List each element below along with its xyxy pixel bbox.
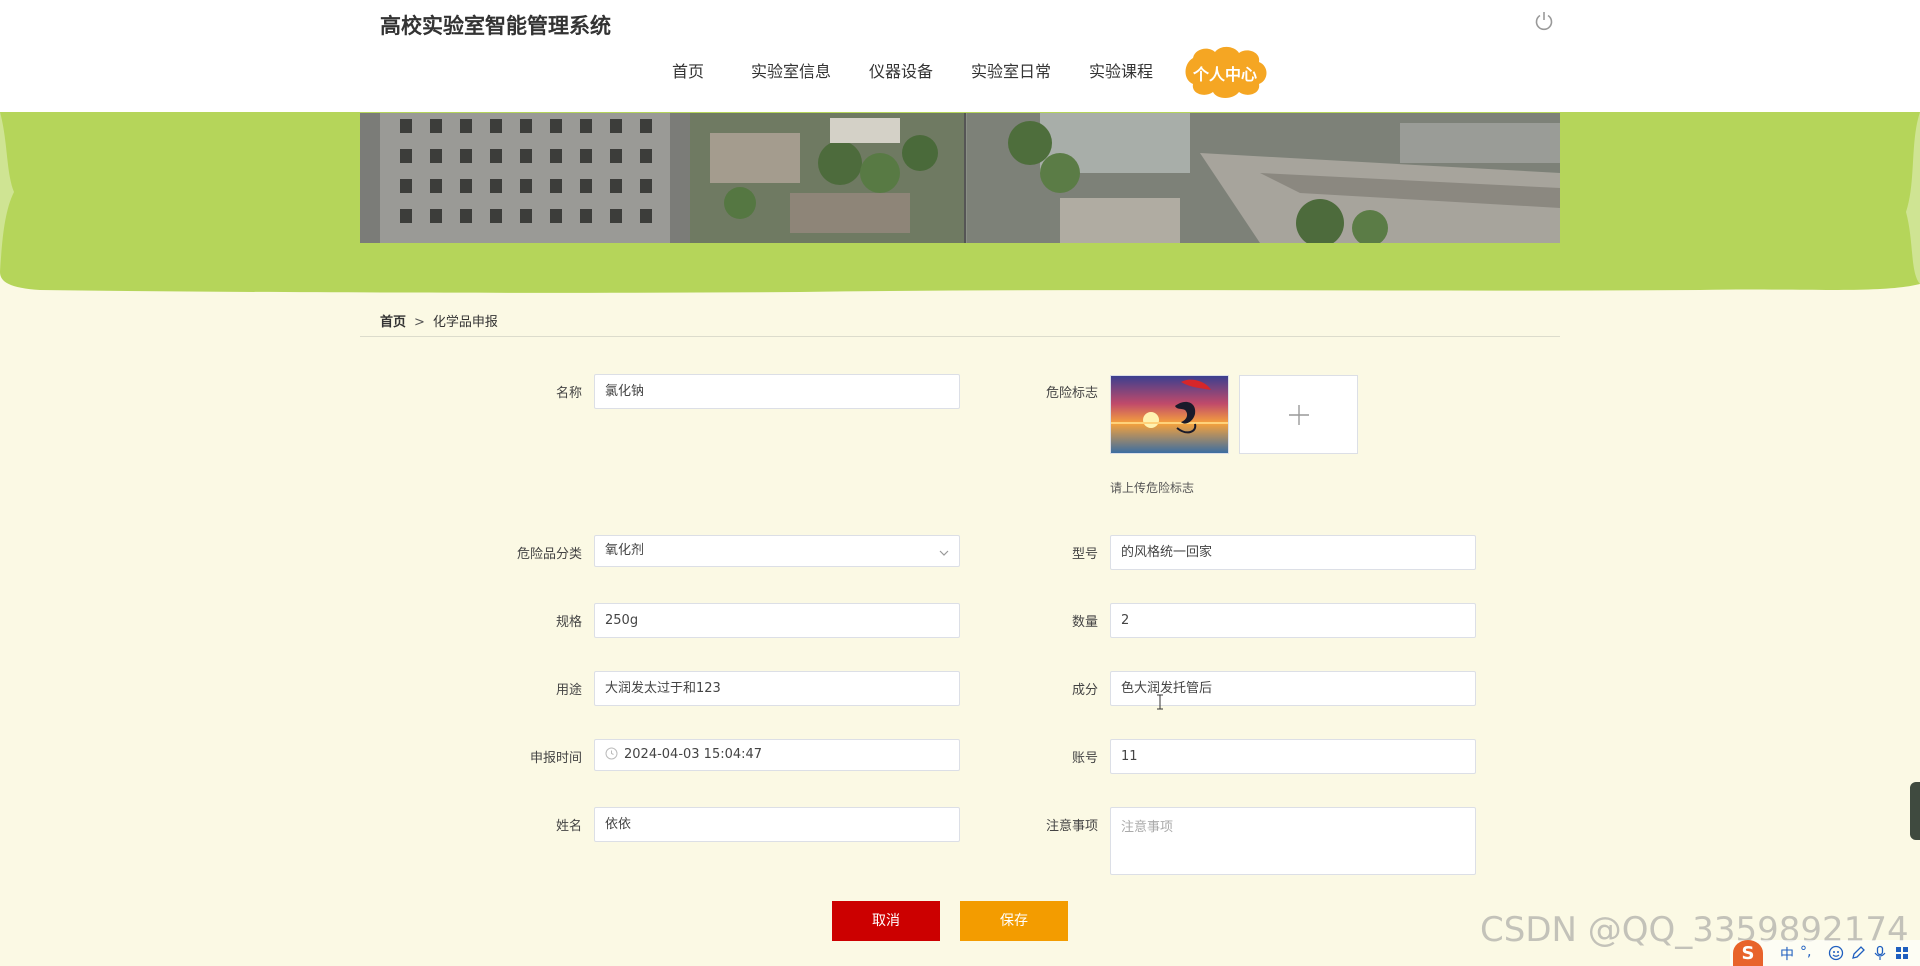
plus-icon bbox=[1289, 405, 1309, 425]
microphone-icon[interactable] bbox=[1872, 945, 1888, 961]
ime-lang-toggle[interactable]: 中 bbox=[1780, 944, 1794, 964]
model-label: 型号 bbox=[1071, 547, 1098, 562]
ime-logo-icon[interactable]: S bbox=[1733, 940, 1763, 966]
chevron-down-icon bbox=[939, 550, 949, 556]
save-button[interactable]: 保存 bbox=[960, 901, 1068, 941]
usage-label: 用途 bbox=[555, 683, 582, 698]
cancel-button[interactable]: 取消 bbox=[832, 901, 940, 941]
report-time-label: 申报时间 bbox=[529, 751, 582, 766]
power-icon[interactable] bbox=[1533, 10, 1555, 32]
pen-icon[interactable] bbox=[1850, 945, 1866, 961]
composition-input[interactable]: 色大润发托管后 bbox=[1110, 671, 1476, 706]
usage-input[interactable]: 大润发太过于和123 bbox=[594, 671, 960, 706]
hazard-symbol-label: 危险标志 bbox=[1045, 386, 1098, 401]
breadcrumb-divider bbox=[360, 336, 1560, 337]
side-panel-handle[interactable] bbox=[1910, 782, 1920, 840]
category-select-value: 氧化剂 bbox=[605, 543, 645, 558]
text-cursor-icon bbox=[1157, 694, 1163, 710]
main-nav: 首页 实验室信息 仪器设备 实验室日常 实验课程 个人中心 bbox=[0, 44, 1920, 100]
nav-personal-center[interactable]: 个人中心 bbox=[1179, 44, 1271, 100]
account-input[interactable]: 11 bbox=[1110, 739, 1476, 774]
quantity-input[interactable]: 2 bbox=[1110, 603, 1476, 638]
account-label: 账号 bbox=[1071, 751, 1098, 766]
site-title: 高校实验室智能管理系统 bbox=[380, 14, 611, 38]
breadcrumb-separator: > bbox=[414, 315, 425, 330]
upload-add-button[interactable] bbox=[1239, 375, 1358, 454]
category-label: 危险品分类 bbox=[516, 547, 582, 562]
clock-icon bbox=[605, 747, 618, 760]
report-time-picker[interactable]: 2024-04-03 15:04:47 bbox=[594, 739, 960, 771]
quantity-label: 数量 bbox=[1071, 615, 1098, 630]
nav-home[interactable]: 首页 bbox=[672, 58, 704, 82]
nav-equipment[interactable]: 仪器设备 bbox=[869, 58, 933, 82]
ime-punct-toggle[interactable]: °, bbox=[1800, 944, 1811, 960]
emoji-icon[interactable] bbox=[1828, 945, 1844, 961]
top-header: 高校实验室智能管理系统 首页 实验室信息 仪器设备 实验室日常 实验课程 个人中… bbox=[0, 0, 1920, 112]
person-name-label: 姓名 bbox=[555, 819, 582, 834]
model-input[interactable]: 的风格统一回家 bbox=[1110, 535, 1476, 570]
spec-input[interactable]: 250g bbox=[594, 603, 960, 638]
grid-icon[interactable] bbox=[1894, 945, 1910, 961]
nav-active-label: 个人中心 bbox=[1192, 65, 1257, 84]
report-time-value: 2024-04-03 15:04:47 bbox=[624, 747, 763, 762]
spec-label: 规格 bbox=[555, 615, 582, 630]
breadcrumb-home[interactable]: 首页 bbox=[380, 315, 406, 330]
notes-label: 注意事项 bbox=[1045, 819, 1098, 834]
breadcrumb-current: 化学品申报 bbox=[432, 315, 498, 330]
banner-campus-photo bbox=[360, 113, 1560, 243]
breadcrumb: 首页 > 化学品申报 bbox=[380, 311, 498, 330]
nav-lab-info[interactable]: 实验室信息 bbox=[751, 58, 831, 82]
composition-label: 成分 bbox=[1071, 683, 1098, 698]
nav-courses[interactable]: 实验课程 bbox=[1089, 58, 1153, 82]
name-input[interactable]: 氯化钠 bbox=[594, 374, 960, 409]
nav-lab-daily[interactable]: 实验室日常 bbox=[971, 58, 1051, 82]
notes-textarea[interactable]: 注意事项 bbox=[1110, 807, 1476, 875]
name-label: 名称 bbox=[555, 386, 582, 401]
upload-hint: 请上传危险标志 bbox=[1110, 481, 1195, 495]
person-name-input[interactable]: 依依 bbox=[594, 807, 960, 842]
hazard-symbol-image[interactable] bbox=[1110, 375, 1229, 454]
category-select[interactable]: 氧化剂 bbox=[594, 535, 960, 567]
